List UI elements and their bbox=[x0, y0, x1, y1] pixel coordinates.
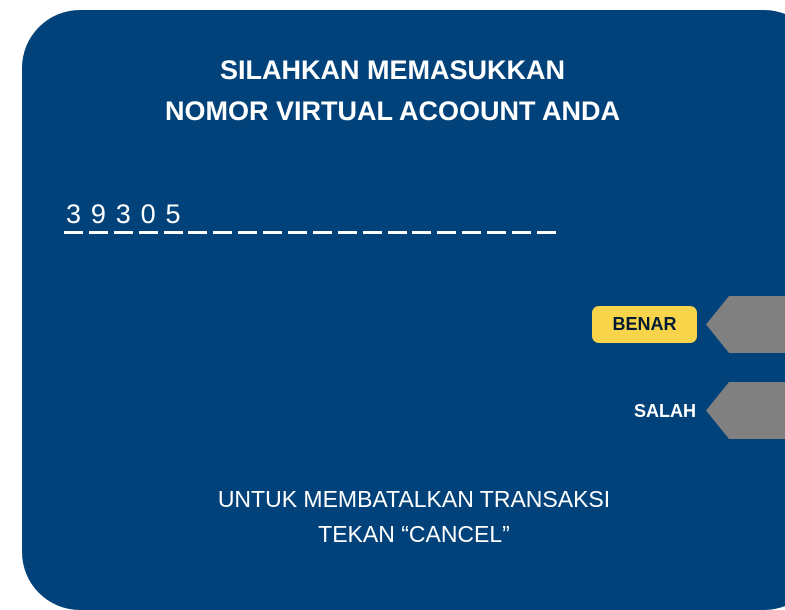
va-digit-underline bbox=[462, 231, 482, 234]
va-digit-slot: 9 bbox=[88, 198, 108, 236]
va-digit-slot bbox=[263, 198, 283, 236]
va-digit-slot bbox=[437, 198, 457, 236]
virtual-account-input[interactable]: 39305 bbox=[64, 196, 562, 236]
va-digit-underline bbox=[437, 231, 457, 234]
salah-button[interactable]: SALAH bbox=[612, 398, 696, 424]
va-digit-slot bbox=[238, 198, 258, 236]
title-line-2: NOMOR VIRTUAL ACOOUNT ANDA bbox=[165, 96, 620, 126]
va-digit-underline bbox=[263, 231, 283, 234]
va-digit-underline bbox=[536, 231, 556, 234]
va-digit-slot: 3 bbox=[64, 198, 83, 236]
va-digit: 3 bbox=[115, 199, 131, 229]
va-digit-underline bbox=[163, 231, 183, 234]
va-digit-underline bbox=[213, 231, 233, 234]
va-digit-slot bbox=[412, 198, 432, 236]
va-digit: 9 bbox=[90, 199, 106, 229]
va-digit: 5 bbox=[165, 199, 181, 229]
va-digit-slot bbox=[487, 198, 507, 236]
page-title: SILAHKAN MEMASUKKAN NOMOR VIRTUAL ACOOUN… bbox=[0, 50, 785, 132]
footer-line-2: TEKAN “CANCEL” bbox=[318, 521, 510, 547]
va-digit-underline bbox=[138, 231, 158, 234]
va-digit-slot bbox=[337, 198, 357, 236]
va-digit-slot bbox=[188, 198, 208, 236]
va-digit-underline bbox=[188, 231, 208, 234]
va-digit-slot bbox=[387, 198, 407, 236]
footer-line-1: UNTUK MEMBATALKAN TRANSAKSI bbox=[217, 486, 611, 512]
va-digit-slot: 3 bbox=[113, 198, 133, 236]
va-digit-slot bbox=[288, 198, 308, 236]
cancel-instruction: UNTUK MEMBATALKAN TRANSAKSI TEKAN “CANCE… bbox=[0, 482, 785, 552]
va-digit-underline bbox=[64, 231, 83, 234]
title-line-1: SILAHKAN MEMASUKKAN bbox=[220, 55, 565, 85]
va-digit-slot bbox=[362, 198, 382, 236]
va-digit-underline bbox=[412, 231, 432, 234]
va-digit-slot: 5 bbox=[163, 198, 183, 236]
va-digit-underline bbox=[512, 231, 532, 234]
va-digit-underline bbox=[487, 231, 507, 234]
va-digit: 3 bbox=[65, 199, 82, 229]
va-digit-underline bbox=[337, 231, 357, 234]
va-digit-underline bbox=[113, 231, 133, 234]
va-digit-slot bbox=[213, 198, 233, 236]
va-digit-slot bbox=[536, 198, 556, 236]
va-digit-slot bbox=[312, 198, 332, 236]
va-digit-underline bbox=[88, 231, 108, 234]
va-digit-slot bbox=[462, 198, 482, 236]
va-digit-slot: 0 bbox=[138, 198, 158, 236]
va-digit-slot bbox=[512, 198, 532, 236]
va-digit-underline bbox=[387, 231, 407, 234]
va-digit-underline bbox=[362, 231, 382, 234]
va-digit-underline bbox=[238, 231, 258, 234]
benar-button[interactable]: BENAR bbox=[592, 306, 697, 343]
va-digit-underline bbox=[312, 231, 332, 234]
va-digit-underline bbox=[288, 231, 308, 234]
va-digit: 0 bbox=[140, 199, 156, 229]
